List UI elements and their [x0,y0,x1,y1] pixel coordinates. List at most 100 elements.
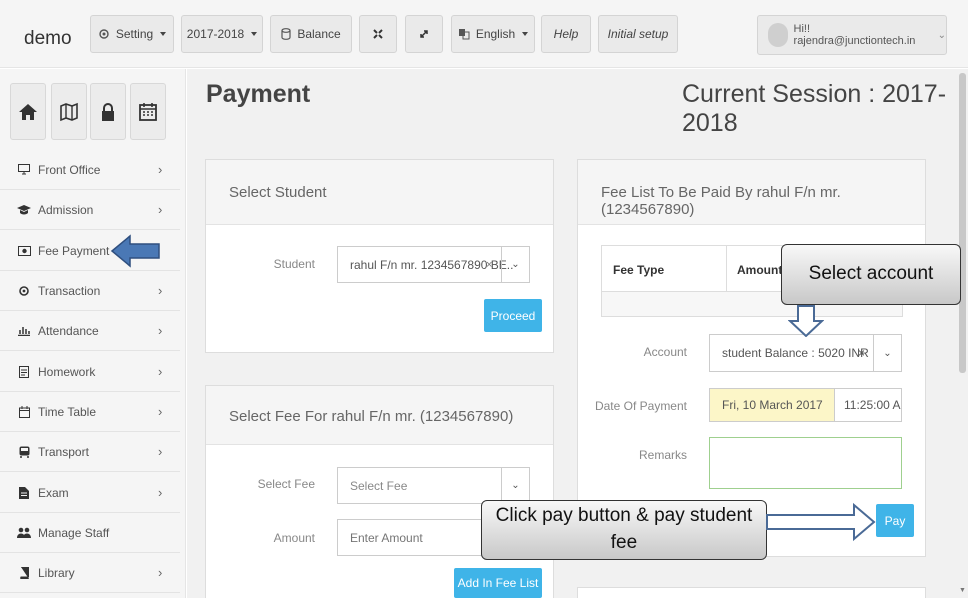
sidebar-item-label: Time Table [38,404,97,419]
users-icon [17,526,31,540]
document-icon [17,365,31,379]
bus-icon [17,445,31,459]
chevron-down-icon: ⌄ [937,29,946,41]
sidebar-item-front-office[interactable]: Front Office › [0,150,180,190]
panel-header: Select Student [206,160,553,225]
sidebar-item-label: Library [38,565,75,580]
database-icon [281,28,291,40]
fee-payment-pointer-arrow-icon [110,234,160,268]
avatar [768,23,788,47]
panel-header: Fee List To Be Paid By rahul F/n mr. (12… [578,160,925,225]
map-icon[interactable] [51,83,87,140]
panel-header: Select Fee For rahul F/n mr. (1234567890… [206,386,553,445]
amount-label: Amount [273,531,315,545]
remarks-textarea[interactable] [709,437,902,489]
chevron-right-icon: › [158,404,163,419]
student-label: Student [273,257,315,271]
panel-title: Select Fee For rahul F/n mr. (1234567890… [229,408,514,425]
sidebar-item-transaction[interactable]: Transaction › [0,271,180,311]
fullscreen-toggle-button[interactable] [359,15,397,53]
remarks-label: Remarks [638,448,687,462]
pay-button[interactable]: Pay [876,504,914,537]
sidebar-item-label: Attendance [38,323,99,338]
down-arrow-icon [788,305,824,337]
sidebar-item-transport[interactable]: Transport › [0,432,180,472]
help-button[interactable]: Help [541,15,591,53]
caret-down-icon [160,32,167,36]
sidebar-item-exam[interactable]: Exam › [0,473,180,513]
setting-menu-button[interactable]: Setting [90,15,174,53]
lock-icon[interactable] [90,83,126,140]
brand-logo[interactable]: demo [24,28,72,50]
sidebar-item-time-table[interactable]: Time Table › [0,392,180,432]
file-icon [17,486,31,500]
sidebar-item-label: Manage Staff [38,525,110,540]
select-fee-dropdown[interactable]: Select Fee ⌄ [337,467,530,504]
date-of-payment-input[interactable]: Fri, 10 March 2017 [709,388,835,422]
date-of-payment-label: Date Of Payment [594,399,687,413]
sidebar-item-library[interactable]: Library › [0,553,180,593]
scrollbar-thumb[interactable] [959,73,966,373]
pay-hint-callout: Click pay button & pay student fee [481,500,767,560]
chevron-right-icon: › [158,485,163,500]
balance-button[interactable]: Balance [270,15,352,53]
sidebar-item-label: Transport [38,444,89,459]
chevron-right-icon: › [158,283,163,298]
top-bar: demo Setting 2017-2018 Balance English H… [0,0,968,68]
chevron-down-icon[interactable]: ⌄ [501,247,529,282]
proceed-button[interactable]: Proceed [484,299,542,332]
calendar-icon [17,405,31,419]
sidebar-item-manage-staff[interactable]: Manage Staff [0,513,180,553]
sidebar-item-label: Transaction [38,283,101,298]
monitor-icon [17,163,31,177]
sidebar-item-admission[interactable]: Admission › [0,190,180,230]
translate-icon [458,28,470,40]
graduation-cap-icon [17,203,31,217]
sidebar-item-homework[interactable]: Homework › [0,352,180,392]
language-menu-button[interactable]: English [451,15,535,53]
sidebar-item-attendance[interactable]: Attendance › [0,311,180,351]
chevron-right-icon: › [158,323,163,338]
expand-button[interactable] [405,15,443,53]
chevron-right-icon: › [158,202,163,217]
right-arrow-icon [766,502,876,542]
page-scrollbar[interactable]: ▼ [957,69,968,598]
compress-icon [372,28,384,40]
current-session-label: Current Session : 2017-2018 [682,80,947,137]
session-select-button[interactable]: 2017-2018 [181,15,263,53]
bar-chart-icon [17,324,31,338]
select-fee-label: Select Fee [257,477,315,491]
chevron-down-icon[interactable]: ⌄ [501,468,529,503]
book-icon [17,566,31,580]
panel-title: Select Student [229,184,327,201]
chevron-down-icon[interactable]: ⌄ [873,335,901,371]
sidebar-item-label: Exam [38,485,69,500]
account-select[interactable]: student Balance : 5020 INR × ⌄ [709,334,902,372]
clear-icon[interactable]: × [858,346,865,360]
money-icon [17,244,31,258]
cog-icon [17,284,31,298]
chevron-right-icon: › [158,162,163,177]
caret-down-icon [251,32,258,36]
next-panel [577,587,926,598]
account-label: Account [643,345,687,359]
time-of-payment-input[interactable]: 11:25:00 A [834,388,902,422]
add-in-fee-list-button[interactable]: Add In Fee List [454,568,542,598]
initial-setup-button[interactable]: Initial setup [598,15,678,53]
clear-icon[interactable]: × [486,259,492,271]
chevron-right-icon: › [158,444,163,459]
column-header-fee-type: Fee Type [613,263,665,277]
student-select[interactable]: rahul F/n mr. 1234567890 BE.. × ⌄ [337,246,530,283]
page-title: Payment [206,80,311,108]
select-account-callout: Select account [781,244,961,305]
caret-down-icon [522,32,529,36]
calendar-icon[interactable] [130,83,166,140]
scroll-down-icon[interactable]: ▼ [959,587,966,594]
user-menu[interactable]: Hi!! rajendra@junctiontech.in ⌄ [757,15,947,55]
home-icon[interactable] [10,83,46,140]
chevron-right-icon: › [158,565,163,580]
sidebar-item-label: Admission [38,202,94,217]
expand-icon [418,28,430,40]
sidebar-item-label: Homework [38,364,96,379]
sidebar-item-label: Front Office [38,162,101,177]
